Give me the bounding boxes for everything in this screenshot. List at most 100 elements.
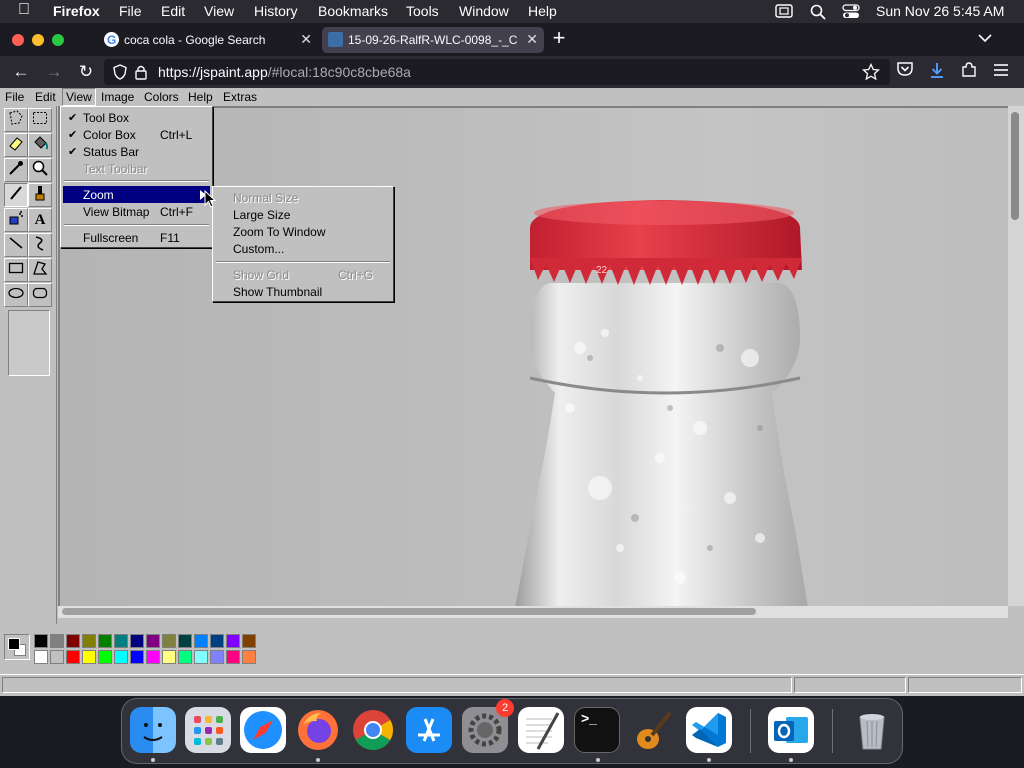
finder-icon[interactable]: [130, 707, 176, 753]
current-colors-indicator[interactable]: [4, 634, 30, 660]
control-center-icon[interactable]: [842, 4, 860, 22]
eraser-tool-icon[interactable]: [4, 133, 28, 157]
palette-color-swatch[interactable]: [226, 634, 240, 648]
lock-icon[interactable]: [134, 64, 148, 85]
ellipse-tool-icon[interactable]: [4, 283, 28, 307]
horizontal-scrollbar[interactable]: [58, 606, 1008, 618]
menu-item-tool-box[interactable]: ✔ Tool Box: [63, 109, 210, 126]
menu-bar-clock[interactable]: Sun Nov 26 5:45 AM: [876, 3, 1004, 19]
palette-color-swatch[interactable]: [82, 634, 96, 648]
terminal-icon[interactable]: >_: [574, 707, 620, 753]
tracking-shield-icon[interactable]: [112, 64, 128, 85]
system-settings-icon[interactable]: 2: [462, 699, 514, 753]
mac-menu-help[interactable]: Help: [528, 3, 557, 19]
palette-color-swatch[interactable]: [50, 650, 64, 664]
tab-google-search[interactable]: G coca cola - Google Search ✕: [98, 27, 318, 53]
palette-color-swatch[interactable]: [226, 650, 240, 664]
polygon-tool-icon[interactable]: [28, 258, 52, 282]
palette-color-swatch[interactable]: [114, 650, 128, 664]
tool-options-panel[interactable]: [8, 310, 50, 376]
menu-file[interactable]: File: [2, 89, 27, 105]
menu-item-normal-size[interactable]: Normal Size: [215, 189, 391, 206]
palette-color-swatch[interactable]: [146, 650, 160, 664]
menu-item-status-bar[interactable]: ✔ Status Bar: [63, 143, 210, 160]
palette-color-swatch[interactable]: [34, 650, 48, 664]
menu-item-custom-zoom[interactable]: Custom...: [215, 240, 391, 257]
menu-help[interactable]: Help: [185, 89, 216, 105]
palette-color-swatch[interactable]: [162, 650, 176, 664]
vertical-scrollbar[interactable]: [1008, 106, 1024, 606]
palette-color-swatch[interactable]: [210, 634, 224, 648]
palette-color-swatch[interactable]: [98, 650, 112, 664]
mac-menu-history[interactable]: History: [254, 3, 298, 19]
palette-color-swatch[interactable]: [178, 634, 192, 648]
menu-colors[interactable]: Colors: [141, 89, 182, 105]
fill-bucket-tool-icon[interactable]: [28, 133, 52, 157]
downloads-icon[interactable]: [926, 61, 948, 83]
menu-item-fullscreen[interactable]: Fullscreen F11: [63, 229, 210, 246]
list-all-tabs-chevron-icon[interactable]: [974, 27, 996, 49]
menu-item-show-thumbnail[interactable]: Show Thumbnail: [215, 283, 391, 300]
mac-menu-view[interactable]: View: [204, 3, 234, 19]
reload-icon[interactable]: ↻: [75, 61, 97, 83]
app-menu-firefox[interactable]: Firefox: [53, 3, 100, 19]
trash-icon[interactable]: [849, 707, 895, 753]
bookmark-star-icon[interactable]: [861, 62, 881, 86]
safari-icon[interactable]: [240, 707, 286, 753]
palette-color-swatch[interactable]: [98, 634, 112, 648]
garageband-icon[interactable]: [630, 707, 676, 753]
palette-color-swatch[interactable]: [178, 650, 192, 664]
mac-menu-edit[interactable]: Edit: [161, 3, 185, 19]
palette-color-swatch[interactable]: [146, 634, 160, 648]
url-bar[interactable]: https://jspaint.app/#local:18c90c8cbe68a: [104, 59, 890, 85]
text-tool-icon[interactable]: A: [28, 208, 52, 232]
line-tool-icon[interactable]: [4, 233, 28, 257]
curve-tool-icon[interactable]: [28, 233, 52, 257]
menu-item-show-grid[interactable]: Show Grid Ctrl+G: [215, 266, 391, 283]
vertical-scrollbar-thumb[interactable]: [1011, 112, 1019, 220]
menu-image[interactable]: Image: [98, 89, 137, 105]
pencil-tool-icon[interactable]: [4, 183, 28, 207]
apple-icon[interactable]: : [18, 1, 30, 19]
launchpad-icon[interactable]: [185, 707, 231, 753]
menu-item-zoom-to-window[interactable]: Zoom To Window: [215, 223, 391, 240]
palette-color-swatch[interactable]: [130, 634, 144, 648]
tab-close-icon[interactable]: ✕: [526, 31, 538, 48]
extensions-puzzle-icon[interactable]: [958, 61, 980, 83]
mac-menu-file[interactable]: File: [119, 3, 142, 19]
menu-item-view-bitmap[interactable]: View Bitmap Ctrl+F: [63, 203, 210, 220]
window-zoom-button[interactable]: [52, 34, 64, 46]
menu-item-color-box[interactable]: ✔ Color Box Ctrl+L: [63, 126, 210, 143]
mac-menu-bookmarks[interactable]: Bookmarks: [318, 3, 388, 19]
tab-close-icon[interactable]: ✕: [300, 31, 312, 48]
spotlight-search-icon[interactable]: [810, 4, 826, 23]
textedit-icon[interactable]: [518, 707, 564, 753]
brush-tool-icon[interactable]: [28, 183, 52, 207]
mac-menu-window[interactable]: Window: [459, 3, 509, 19]
window-minimize-button[interactable]: [32, 34, 44, 46]
palette-color-swatch[interactable]: [66, 634, 80, 648]
menu-extras[interactable]: Extras: [220, 89, 260, 105]
horizontal-scrollbar-thumb[interactable]: [62, 608, 756, 615]
menu-item-large-size[interactable]: Large Size: [215, 206, 391, 223]
palette-color-swatch[interactable]: [194, 634, 208, 648]
app-menu-hamburger-icon[interactable]: [990, 61, 1012, 83]
palette-color-swatch[interactable]: [66, 650, 80, 664]
palette-color-swatch[interactable]: [242, 634, 256, 648]
palette-color-swatch[interactable]: [50, 634, 64, 648]
palette-color-swatch[interactable]: [162, 634, 176, 648]
mac-menu-tools[interactable]: Tools: [406, 3, 439, 19]
rounded-rectangle-tool-icon[interactable]: [28, 283, 52, 307]
outlook-icon[interactable]: [768, 707, 814, 753]
airbrush-tool-icon[interactable]: [4, 208, 28, 232]
back-arrow-icon[interactable]: ←: [10, 61, 32, 83]
tab-jspaint[interactable]: 15-09-26-RalfR-WLC-0098_-_C ✕: [322, 27, 544, 53]
palette-color-swatch[interactable]: [130, 650, 144, 664]
color-picker-tool-icon[interactable]: [4, 158, 28, 182]
rectangle-select-tool-icon[interactable]: [28, 108, 52, 132]
screen-mirroring-icon[interactable]: [775, 4, 793, 21]
free-form-select-tool-icon[interactable]: [4, 108, 28, 132]
menu-item-zoom[interactable]: Zoom: [63, 186, 210, 203]
palette-color-swatch[interactable]: [194, 650, 208, 664]
palette-color-swatch[interactable]: [242, 650, 256, 664]
